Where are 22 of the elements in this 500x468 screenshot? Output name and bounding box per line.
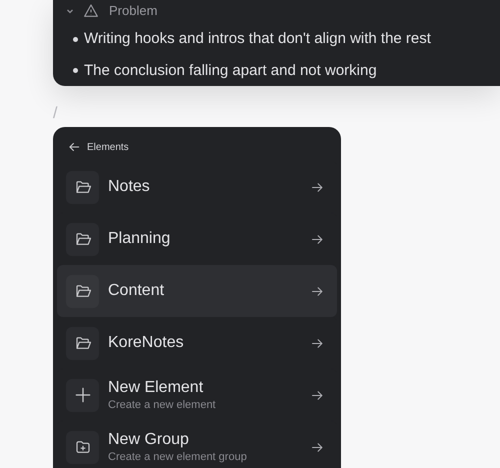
menu-item[interactable]: Content xyxy=(57,265,337,317)
bullet-icon xyxy=(73,68,78,74)
item-description: Create a new element group xyxy=(108,450,248,464)
folder-icon xyxy=(74,178,92,196)
item-label: Notes xyxy=(108,177,151,197)
item-label: KoreNotes xyxy=(108,333,185,353)
folder-plus-icon xyxy=(74,438,92,456)
item-label: Content xyxy=(108,281,166,301)
folder-icon xyxy=(74,282,92,300)
item-label: New Element xyxy=(108,378,204,398)
item-label: New Group xyxy=(108,430,190,450)
block-title: Problem xyxy=(109,2,158,20)
menu-header: Elements xyxy=(87,140,129,154)
bullet-text: Writing hooks and intros that don't align with the rest xyxy=(84,29,431,49)
bullet-text: The conclusion falling apart and not working xyxy=(84,60,377,80)
warning-icon xyxy=(83,3,99,19)
folder-icon xyxy=(74,334,92,352)
item-description: Create a new element xyxy=(108,398,217,412)
back-arrow-icon[interactable] xyxy=(67,140,81,154)
bullet-icon xyxy=(73,36,78,42)
folder-icon xyxy=(74,230,92,248)
item-label: Planning xyxy=(108,229,172,249)
